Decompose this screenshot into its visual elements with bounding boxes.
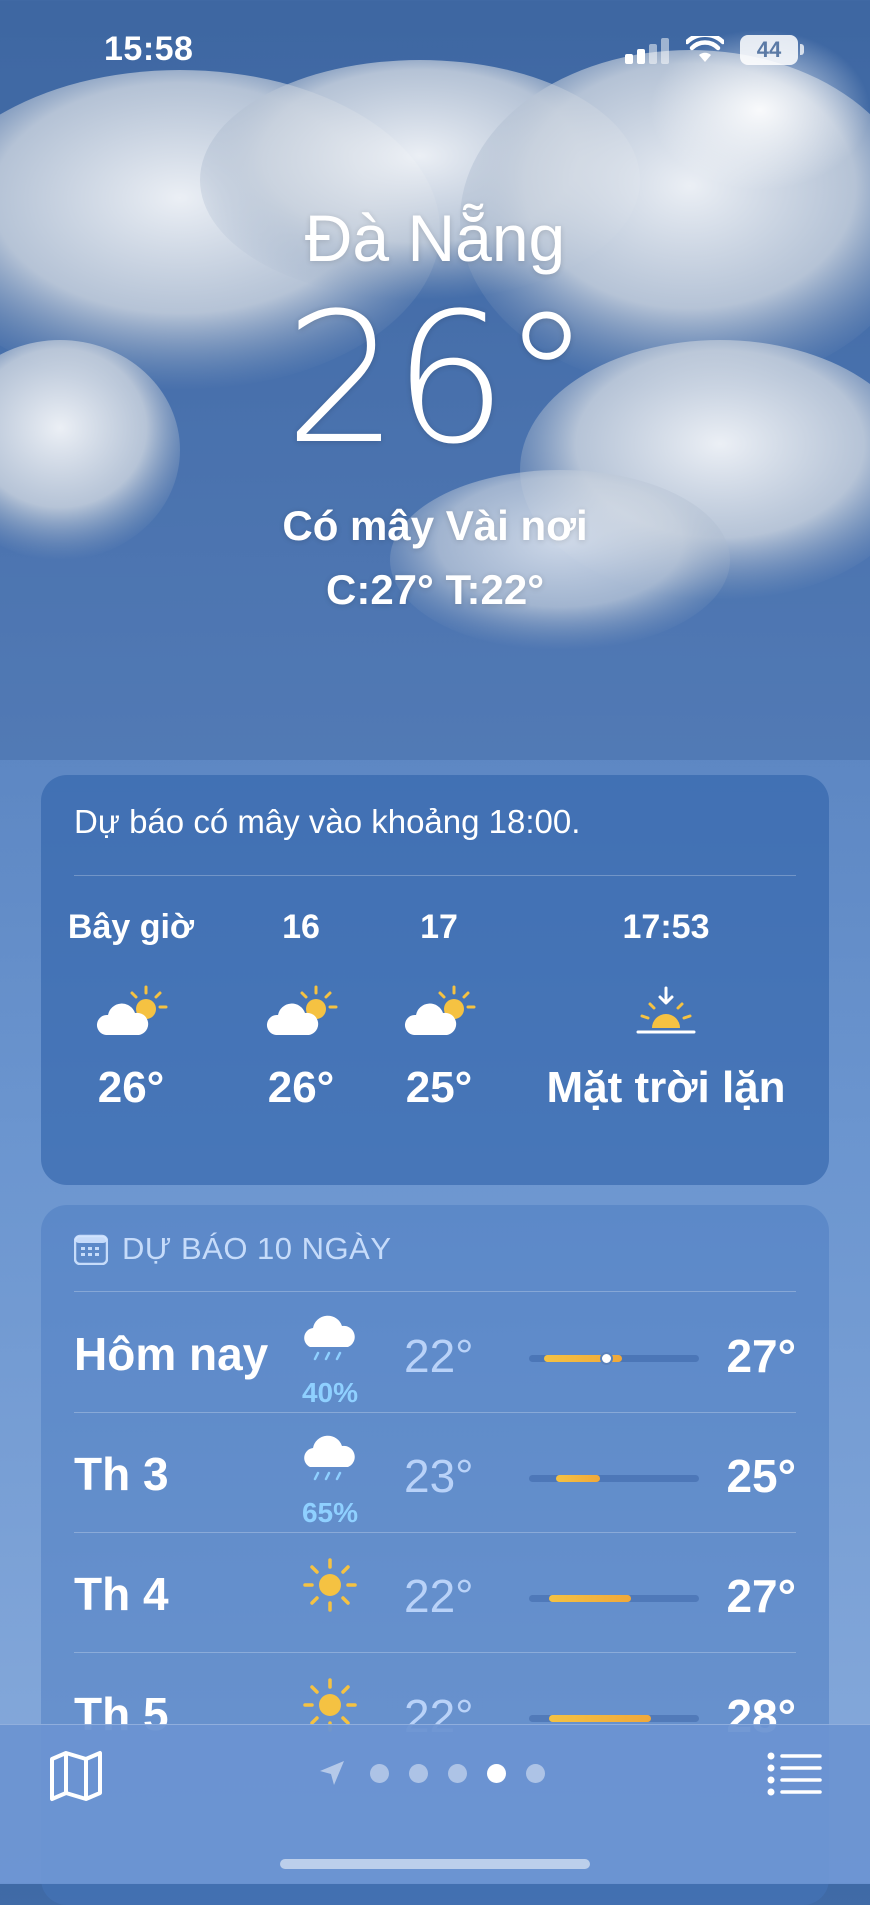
wifi-icon — [686, 36, 724, 62]
hour-temp: 26° — [267, 1063, 335, 1112]
temp-range-bar — [529, 1715, 699, 1722]
page-dot[interactable] — [370, 1763, 389, 1783]
map-icon[interactable] — [46, 1745, 106, 1805]
temp-range-fill — [556, 1475, 601, 1482]
partly-cloudy-icon — [96, 985, 168, 1035]
bottom-toolbar — [0, 1724, 870, 1884]
hour-item-sunset: 17:53 Mặt trời lặn — [541, 905, 791, 1113]
high-temp: 27° — [726, 1570, 796, 1622]
hour-label: Bây giờ — [67, 908, 195, 946]
condition-text: Có mây Vài nơi — [282, 502, 588, 549]
partly-cloudy-icon — [404, 985, 476, 1035]
hour-temp: 25° — [405, 1063, 473, 1112]
divider — [74, 1291, 796, 1292]
ten-day-title: DỰ BÁO 10 NGÀY — [122, 1231, 392, 1266]
page-dot[interactable] — [526, 1763, 545, 1783]
page-dot[interactable] — [409, 1763, 428, 1783]
hour-item-now: Bây giờ 26° — [61, 905, 201, 1113]
battery-indicator: 44 — [740, 35, 798, 65]
temp-range-fill — [549, 1715, 652, 1722]
day-row-today[interactable]: Hôm nay 40% 22° 27° — [74, 1293, 796, 1413]
divider — [74, 875, 796, 876]
status-time: 15:58 — [104, 30, 194, 68]
temp-range-bar — [529, 1352, 699, 1365]
page-dot-active[interactable] — [487, 1763, 506, 1783]
sun-icon — [303, 1558, 357, 1612]
home-indicator[interactable] — [280, 1859, 590, 1869]
temp-range-bar — [529, 1475, 699, 1482]
day-name: Th 4 — [74, 1568, 169, 1620]
rain-cloud-icon — [304, 1435, 355, 1481]
hour-temp: 26° — [97, 1063, 165, 1112]
sunset-label: Mặt trời lặn — [546, 1063, 786, 1112]
hourly-summary: Dự báo có mây vào khoảng 18:00. — [74, 803, 581, 840]
day-name: Hôm nay — [74, 1328, 269, 1380]
precip-percent: 65% — [301, 1497, 359, 1528]
low-temp: 22° — [404, 1330, 474, 1382]
location-arrow-icon[interactable] — [318, 1759, 346, 1787]
battery-tip — [800, 44, 804, 55]
page-dot[interactable] — [448, 1763, 467, 1783]
list-icon[interactable] — [766, 1749, 824, 1799]
day-name: Th 3 — [74, 1448, 169, 1500]
low-temp: 22° — [404, 1570, 474, 1622]
precip-percent: 40% — [301, 1377, 359, 1408]
day-row[interactable]: Th 3 65% 23° 25° — [74, 1413, 796, 1533]
high-low-text: C:27° T:22° — [326, 566, 544, 613]
hour-label: 17:53 — [622, 908, 710, 946]
sunset-icon — [636, 986, 696, 1034]
hour-item: 17 25° — [384, 905, 494, 1113]
city-name: Đà Nẵng — [304, 201, 566, 275]
calendar-icon — [74, 1234, 108, 1265]
temp-range-bar — [529, 1595, 699, 1602]
rain-cloud-icon — [304, 1315, 355, 1361]
day-row[interactable]: Th 4 22° 27° — [74, 1533, 796, 1653]
partly-cloudy-icon — [266, 985, 338, 1035]
hour-item: 16 26° — [246, 905, 356, 1113]
current-temp-dot — [599, 1352, 613, 1365]
cellular-signal-icon — [625, 38, 669, 64]
high-temp: 25° — [726, 1450, 796, 1502]
hour-label: 16 — [282, 908, 320, 946]
temp-range-fill — [549, 1595, 631, 1602]
hourly-forecast-card[interactable]: Dự báo có mây vào khoảng 18:00. Bây giờ … — [41, 775, 829, 1185]
hour-label: 17 — [420, 908, 458, 946]
current-temperature: 26° — [284, 275, 591, 484]
page-indicator[interactable] — [318, 1759, 555, 1787]
status-bar: 15:58 44 — [0, 0, 870, 104]
low-temp: 23° — [404, 1450, 474, 1502]
ten-day-header: DỰ BÁO 10 NGÀY — [74, 1231, 392, 1267]
high-temp: 27° — [726, 1330, 796, 1382]
